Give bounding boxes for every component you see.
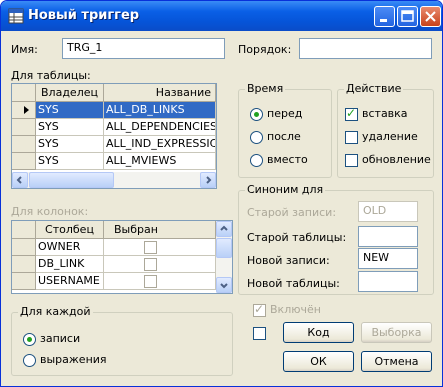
time-before-radio[interactable] xyxy=(250,108,263,121)
maximize-button[interactable] xyxy=(397,6,418,27)
table-grid-label: Для таблицы: xyxy=(11,69,91,82)
cancel-button[interactable]: Отмена xyxy=(361,351,432,372)
old-table-input[interactable] xyxy=(358,226,418,247)
arrow-left-icon xyxy=(16,176,22,184)
table-row-name[interactable]: ALL_MVIEWS xyxy=(104,153,216,170)
time-instead-radio[interactable] xyxy=(250,154,263,167)
time-instead-label[interactable]: вместо xyxy=(267,153,308,166)
enabled-label: Включён xyxy=(270,303,321,316)
scroll-right-button[interactable] xyxy=(200,172,216,188)
action-update-checkbox[interactable] xyxy=(345,154,358,167)
column-row-name[interactable]: DB_LINK xyxy=(36,256,104,273)
select-button[interactable]: Выборка xyxy=(361,322,432,343)
row-indicator xyxy=(12,256,36,273)
old-record-input[interactable]: OLD xyxy=(358,201,418,222)
column-header-selected[interactable]: Выбран xyxy=(104,221,216,239)
column-row-selected-cell[interactable] xyxy=(104,273,216,290)
action-legend: Действие xyxy=(344,82,404,95)
arrow-down-icon xyxy=(220,283,228,289)
table-row-name[interactable]: ALL_IND_EXPRESSIC xyxy=(104,136,216,153)
for-each-record-label[interactable]: записи xyxy=(40,332,80,345)
column-selected-checkbox[interactable] xyxy=(144,241,157,254)
minimize-icon xyxy=(380,19,387,22)
new-table-input[interactable] xyxy=(358,271,418,292)
table-row-owner[interactable]: SYS xyxy=(36,153,104,170)
scroll-down-button[interactable] xyxy=(216,277,232,293)
row-indicator xyxy=(12,119,36,136)
close-button[interactable] xyxy=(420,6,441,27)
new-record-input[interactable]: NEW xyxy=(358,248,418,269)
row-indicator xyxy=(12,102,36,119)
column-row-selected-cell[interactable] xyxy=(104,256,216,273)
table-row-name[interactable]: ALL_DB_LINKS xyxy=(104,102,216,119)
action-insert-label[interactable]: вставка xyxy=(362,107,408,120)
dialog-window: Новый триггер Имя: TRG_1 Порядок: Для та… xyxy=(0,0,443,387)
action-update-label[interactable]: обновление xyxy=(362,153,431,166)
column-selected-checkbox[interactable] xyxy=(144,275,157,288)
old-table-label: Старой таблицы: xyxy=(247,231,347,244)
scroll-left-button[interactable] xyxy=(12,172,28,188)
grid-corner xyxy=(12,84,36,102)
new-table-label: Новой таблицы: xyxy=(247,277,340,290)
table-row-owner[interactable]: SYS xyxy=(36,102,104,119)
arrow-up-icon xyxy=(220,225,228,231)
column-header-name[interactable]: Название xyxy=(104,84,216,102)
table-row-owner[interactable]: SYS xyxy=(36,119,104,136)
time-after-label[interactable]: после xyxy=(267,130,301,143)
for-each-statement-radio[interactable] xyxy=(23,354,36,367)
action-delete-label[interactable]: удаление xyxy=(362,130,418,143)
name-label: Имя: xyxy=(11,43,38,56)
window-title: Новый триггер xyxy=(28,8,140,23)
time-before-label[interactable]: перед xyxy=(267,107,302,120)
current-row-arrow-icon xyxy=(24,106,29,114)
time-after-radio[interactable] xyxy=(250,131,263,144)
enabled-checkbox[interactable] xyxy=(253,302,266,317)
arrow-right-icon xyxy=(206,176,212,184)
columns-grid[interactable]: Столбец Выбран OWNER DB_LINK USERNAME xyxy=(11,220,233,294)
action-insert-checkbox[interactable] xyxy=(345,106,358,121)
row-indicator xyxy=(12,273,36,290)
ok-button[interactable]: ОК xyxy=(283,351,354,372)
name-input[interactable]: TRG_1 xyxy=(62,38,225,59)
columns-grid-label: Для колонок: xyxy=(11,205,89,218)
synonym-legend: Синоним для xyxy=(245,183,326,196)
row-indicator xyxy=(12,136,36,153)
for-each-statement-label[interactable]: выражения xyxy=(40,353,107,366)
column-selected-checkbox[interactable] xyxy=(144,258,157,271)
table-grid[interactable]: Владелец Название SYS ALL_DB_LINKS SYS A… xyxy=(11,83,217,189)
row-indicator xyxy=(12,153,36,170)
scroll-up-button[interactable] xyxy=(216,221,232,237)
table-row-owner[interactable]: SYS xyxy=(36,136,104,153)
order-input[interactable] xyxy=(299,38,432,59)
code-button[interactable]: Код xyxy=(283,322,354,343)
extra-checkbox[interactable] xyxy=(253,327,266,340)
maximize-icon xyxy=(401,10,414,22)
minimize-button[interactable] xyxy=(374,6,395,27)
column-header-owner[interactable]: Владелец xyxy=(36,84,104,102)
row-indicator xyxy=(12,239,36,256)
column-header-column[interactable]: Столбец xyxy=(36,221,104,239)
column-row-selected-cell[interactable] xyxy=(104,239,216,256)
column-row-name[interactable]: USERNAME xyxy=(36,273,104,290)
title-bar[interactable]: Новый триггер xyxy=(1,1,442,31)
close-icon xyxy=(425,11,436,22)
for-each-record-radio[interactable] xyxy=(23,333,36,346)
scroll-thumb[interactable] xyxy=(29,172,114,188)
action-delete-checkbox[interactable] xyxy=(345,131,358,144)
table-row-name[interactable]: ALL_DEPENDENCIES xyxy=(104,119,216,136)
time-legend: Время xyxy=(245,82,286,95)
grid-corner xyxy=(12,221,36,239)
grid-app-icon xyxy=(8,8,24,24)
new-record-label: Новой записи: xyxy=(247,254,330,267)
scroll-thumb[interactable] xyxy=(216,238,232,258)
column-row-name[interactable]: OWNER xyxy=(36,239,104,256)
for-each-legend: Для каждой xyxy=(18,305,93,318)
old-record-label: Старой записи: xyxy=(247,206,337,219)
order-label: Порядок: xyxy=(238,43,292,56)
